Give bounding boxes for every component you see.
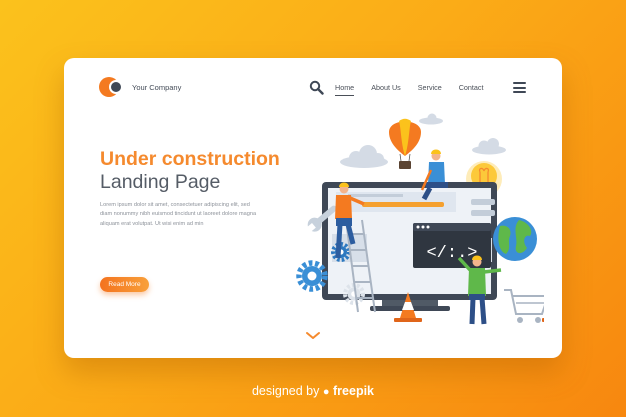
landing-card: Your Company Home About Us Service Conta… xyxy=(64,58,562,358)
read-more-button[interactable]: Read More xyxy=(100,277,149,292)
cloud-icon xyxy=(340,145,388,168)
main-nav: Home About Us Service Contact xyxy=(335,83,501,96)
freepik-credit: designed by ● freepik xyxy=(0,384,626,398)
nav-contact[interactable]: Contact xyxy=(459,83,484,96)
hot-air-balloon-icon xyxy=(389,118,421,169)
credit-brand: freepik xyxy=(333,384,375,398)
nav-home[interactable]: Home xyxy=(335,83,355,96)
hero-subtitle: Landing Page xyxy=(100,171,221,193)
construction-illustration: </:.> xyxy=(296,113,544,325)
hero-title: Under construction xyxy=(100,148,280,170)
code-symbol: </:.> xyxy=(426,244,477,263)
freepik-logo-icon: ● xyxy=(322,386,330,398)
brand-logo[interactable]: Your Company xyxy=(99,77,181,97)
shopping-cart-icon xyxy=(504,289,544,323)
hero-paragraph: Lorem ipsum dolor sit amet, consectetuer… xyxy=(100,202,257,227)
cloud-icon xyxy=(419,113,443,125)
hamburger-menu-icon[interactable] xyxy=(513,82,526,93)
logo-icon xyxy=(99,77,125,97)
globe-icon xyxy=(493,217,537,261)
gear-icon xyxy=(296,260,328,292)
nav-about-us[interactable]: About Us xyxy=(371,83,401,96)
credit-prefix: designed by xyxy=(251,384,320,398)
cloud-icon xyxy=(472,138,506,155)
search-icon[interactable] xyxy=(309,80,324,95)
nav-service[interactable]: Service xyxy=(418,83,442,96)
brand-name: Your Company xyxy=(132,82,182,92)
